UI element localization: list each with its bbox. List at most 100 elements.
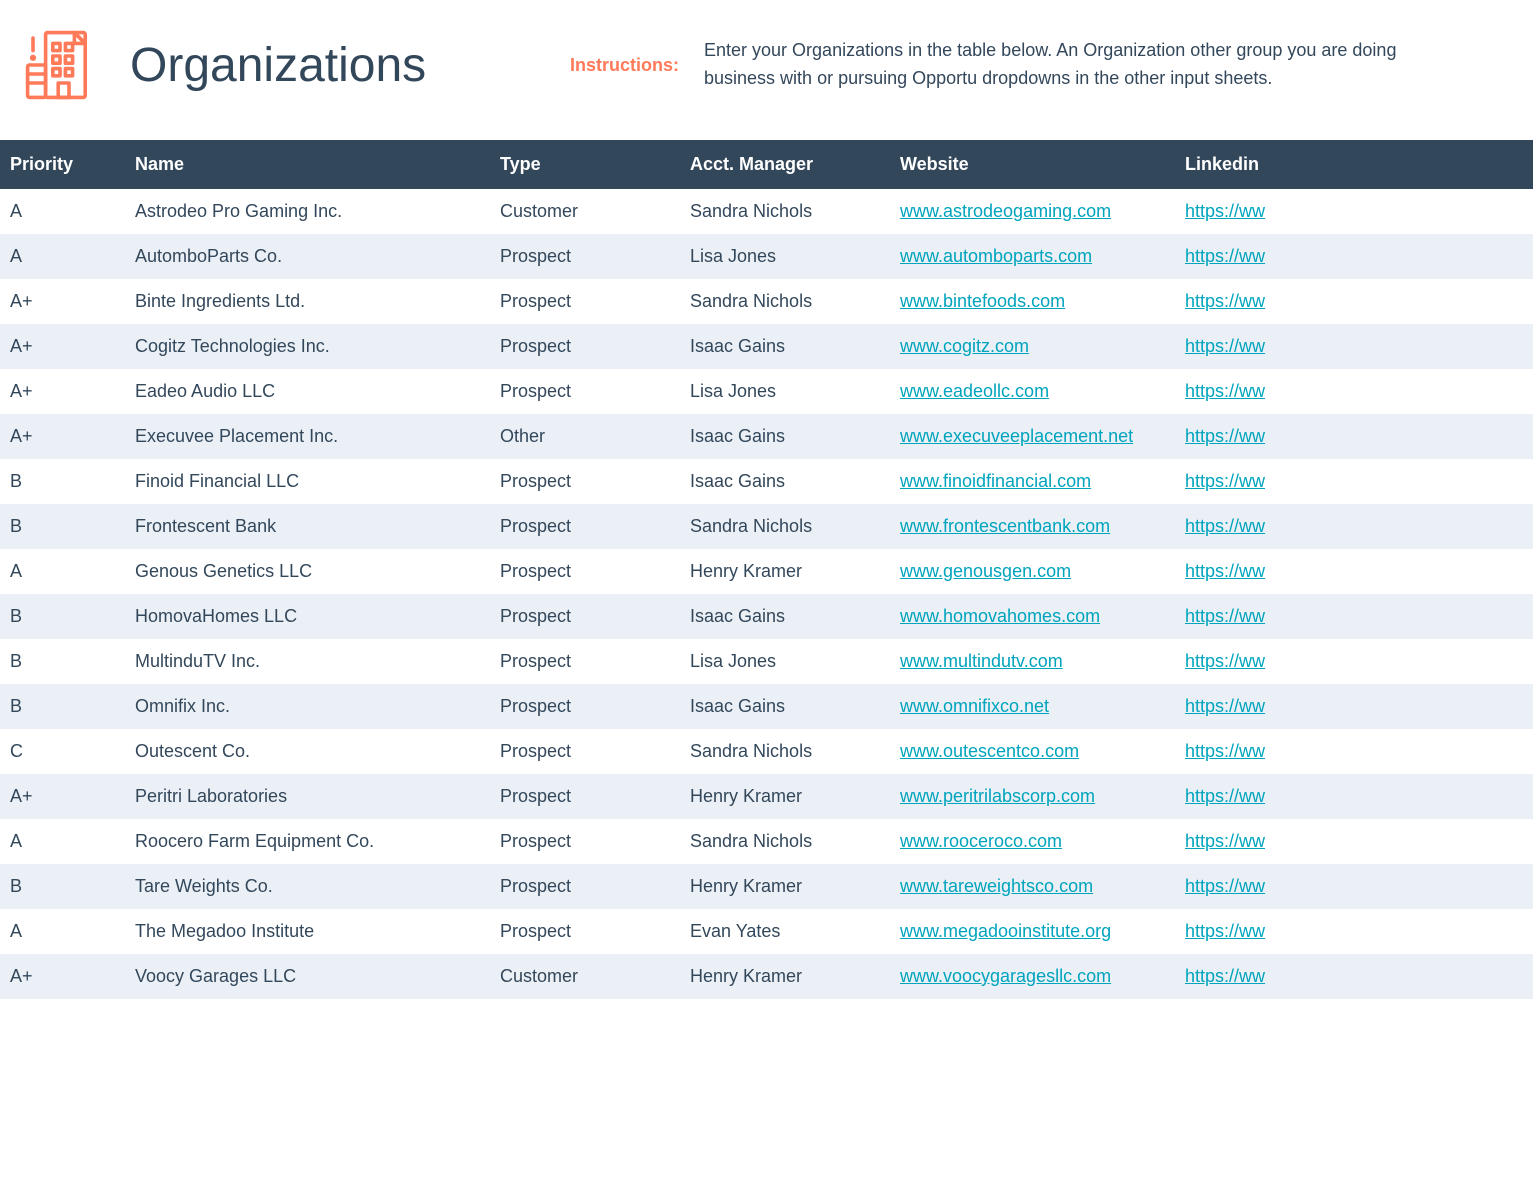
cell-manager[interactable]: Henry Kramer	[680, 864, 890, 909]
cell-manager[interactable]: Isaac Gains	[680, 324, 890, 369]
website-link[interactable]: www.execuveeplacement.net	[900, 426, 1133, 446]
table-row[interactable]: AGenous Genetics LLCProspectHenry Kramer…	[0, 549, 1533, 594]
cell-name[interactable]: Genous Genetics LLC	[125, 549, 490, 594]
linkedin-link[interactable]: https://ww	[1185, 426, 1265, 446]
website-link[interactable]: www.cogitz.com	[900, 336, 1029, 356]
cell-name[interactable]: HomovaHomes LLC	[125, 594, 490, 639]
cell-name[interactable]: Roocero Farm Equipment Co.	[125, 819, 490, 864]
cell-website[interactable]: www.multindutv.com	[890, 639, 1175, 684]
cell-linkedin[interactable]: https://ww	[1175, 189, 1533, 234]
website-link[interactable]: www.voocygaragesllc.com	[900, 966, 1111, 986]
linkedin-link[interactable]: https://ww	[1185, 921, 1265, 941]
cell-priority[interactable]: A	[0, 234, 125, 279]
table-row[interactable]: AAutomboParts Co.ProspectLisa Joneswww.a…	[0, 234, 1533, 279]
table-row[interactable]: BOmnifix Inc.ProspectIsaac Gainswww.omni…	[0, 684, 1533, 729]
cell-type[interactable]: Prospect	[490, 369, 680, 414]
cell-website[interactable]: www.finoidfinancial.com	[890, 459, 1175, 504]
col-header-website[interactable]: Website	[890, 140, 1175, 189]
cell-name[interactable]: Frontescent Bank	[125, 504, 490, 549]
cell-manager[interactable]: Evan Yates	[680, 909, 890, 954]
cell-priority[interactable]: B	[0, 459, 125, 504]
cell-type[interactable]: Prospect	[490, 459, 680, 504]
cell-website[interactable]: www.astrodeogaming.com	[890, 189, 1175, 234]
cell-priority[interactable]: B	[0, 864, 125, 909]
cell-type[interactable]: Prospect	[490, 729, 680, 774]
cell-website[interactable]: www.megadooinstitute.org	[890, 909, 1175, 954]
cell-manager[interactable]: Isaac Gains	[680, 459, 890, 504]
website-link[interactable]: www.omnifixco.net	[900, 696, 1049, 716]
cell-type[interactable]: Prospect	[490, 684, 680, 729]
cell-priority[interactable]: A+	[0, 279, 125, 324]
cell-linkedin[interactable]: https://ww	[1175, 369, 1533, 414]
cell-name[interactable]: Eadeo Audio LLC	[125, 369, 490, 414]
cell-manager[interactable]: Henry Kramer	[680, 549, 890, 594]
cell-linkedin[interactable]: https://ww	[1175, 729, 1533, 774]
cell-priority[interactable]: A	[0, 819, 125, 864]
linkedin-link[interactable]: https://ww	[1185, 291, 1265, 311]
col-header-linkedin[interactable]: Linkedin	[1175, 140, 1533, 189]
table-row[interactable]: BHomovaHomes LLCProspectIsaac Gainswww.h…	[0, 594, 1533, 639]
col-header-priority[interactable]: Priority	[0, 140, 125, 189]
cell-website[interactable]: www.omnifixco.net	[890, 684, 1175, 729]
linkedin-link[interactable]: https://ww	[1185, 786, 1265, 806]
linkedin-link[interactable]: https://ww	[1185, 471, 1265, 491]
cell-type[interactable]: Prospect	[490, 324, 680, 369]
cell-linkedin[interactable]: https://ww	[1175, 279, 1533, 324]
cell-manager[interactable]: Sandra Nichols	[680, 819, 890, 864]
cell-priority[interactable]: A+	[0, 954, 125, 999]
table-row[interactable]: BFinoid Financial LLCProspectIsaac Gains…	[0, 459, 1533, 504]
website-link[interactable]: www.bintefoods.com	[900, 291, 1065, 311]
cell-linkedin[interactable]: https://ww	[1175, 549, 1533, 594]
table-row[interactable]: AAstrodeo Pro Gaming Inc.CustomerSandra …	[0, 189, 1533, 234]
website-link[interactable]: www.megadooinstitute.org	[900, 921, 1111, 941]
col-header-type[interactable]: Type	[490, 140, 680, 189]
cell-priority[interactable]: B	[0, 639, 125, 684]
cell-type[interactable]: Prospect	[490, 909, 680, 954]
cell-website[interactable]: www.automboparts.com	[890, 234, 1175, 279]
cell-type[interactable]: Customer	[490, 189, 680, 234]
linkedin-link[interactable]: https://ww	[1185, 606, 1265, 626]
cell-linkedin[interactable]: https://ww	[1175, 594, 1533, 639]
website-link[interactable]: www.homovahomes.com	[900, 606, 1100, 626]
cell-type[interactable]: Prospect	[490, 594, 680, 639]
table-row[interactable]: BMultinduTV Inc.ProspectLisa Joneswww.mu…	[0, 639, 1533, 684]
cell-website[interactable]: www.rooceroco.com	[890, 819, 1175, 864]
cell-manager[interactable]: Isaac Gains	[680, 684, 890, 729]
cell-linkedin[interactable]: https://ww	[1175, 324, 1533, 369]
linkedin-link[interactable]: https://ww	[1185, 651, 1265, 671]
linkedin-link[interactable]: https://ww	[1185, 336, 1265, 356]
table-row[interactable]: COutescent Co.ProspectSandra Nicholswww.…	[0, 729, 1533, 774]
cell-manager[interactable]: Isaac Gains	[680, 414, 890, 459]
table-row[interactable]: BTare Weights Co.ProspectHenry Kramerwww…	[0, 864, 1533, 909]
website-link[interactable]: www.tareweightsco.com	[900, 876, 1093, 896]
cell-name[interactable]: Execuvee Placement Inc.	[125, 414, 490, 459]
cell-linkedin[interactable]: https://ww	[1175, 639, 1533, 684]
website-link[interactable]: www.genousgen.com	[900, 561, 1071, 581]
table-row[interactable]: ARoocero Farm Equipment Co.ProspectSandr…	[0, 819, 1533, 864]
cell-name[interactable]: Astrodeo Pro Gaming Inc.	[125, 189, 490, 234]
cell-linkedin[interactable]: https://ww	[1175, 504, 1533, 549]
cell-priority[interactable]: C	[0, 729, 125, 774]
cell-manager[interactable]: Sandra Nichols	[680, 279, 890, 324]
cell-linkedin[interactable]: https://ww	[1175, 414, 1533, 459]
cell-type[interactable]: Other	[490, 414, 680, 459]
cell-manager[interactable]: Lisa Jones	[680, 369, 890, 414]
table-row[interactable]: AThe Megadoo InstituteProspectEvan Yates…	[0, 909, 1533, 954]
cell-type[interactable]: Prospect	[490, 774, 680, 819]
cell-priority[interactable]: A	[0, 909, 125, 954]
website-link[interactable]: www.astrodeogaming.com	[900, 201, 1111, 221]
cell-priority[interactable]: A+	[0, 324, 125, 369]
cell-name[interactable]: AutomboParts Co.	[125, 234, 490, 279]
cell-name[interactable]: Peritri Laboratories	[125, 774, 490, 819]
cell-type[interactable]: Prospect	[490, 279, 680, 324]
linkedin-link[interactable]: https://ww	[1185, 246, 1265, 266]
cell-name[interactable]: Binte Ingredients Ltd.	[125, 279, 490, 324]
table-row[interactable]: A+Eadeo Audio LLCProspectLisa Joneswww.e…	[0, 369, 1533, 414]
cell-website[interactable]: www.cogitz.com	[890, 324, 1175, 369]
website-link[interactable]: www.eadeollc.com	[900, 381, 1049, 401]
cell-manager[interactable]: Sandra Nichols	[680, 504, 890, 549]
cell-name[interactable]: Finoid Financial LLC	[125, 459, 490, 504]
linkedin-link[interactable]: https://ww	[1185, 831, 1265, 851]
cell-priority[interactable]: A+	[0, 774, 125, 819]
cell-linkedin[interactable]: https://ww	[1175, 234, 1533, 279]
